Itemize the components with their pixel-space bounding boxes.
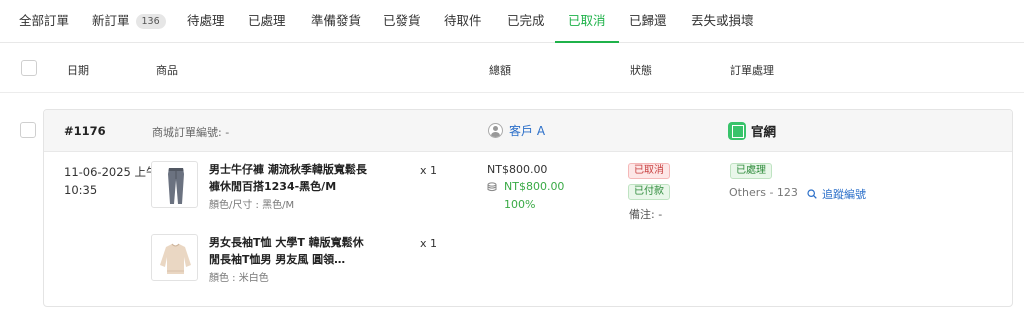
order-number[interactable]: #1176 — [64, 124, 106, 138]
column-status: 狀態 — [630, 64, 652, 77]
coins-icon — [487, 181, 497, 191]
sales-channel: 官網 — [728, 121, 776, 140]
column-order-handling: 訂單處理 — [730, 64, 774, 77]
tab-processed[interactable]: 已處理 — [248, 0, 286, 43]
order-status-tabs: 全部訂單 新訂單 136 待處理 已處理 準備發貨 已發貨 待取件 已完成 已取消… — [0, 0, 1024, 43]
store-icon — [728, 121, 746, 140]
product-name[interactable]: 男女長袖T恤 大學T 韓版寬鬆休閒長袖T恤男 男友風 圓領… — [209, 234, 369, 268]
tab-all-orders[interactable]: 全部訂單 — [19, 0, 69, 43]
tracking-number-link[interactable]: 追蹤編號 — [807, 186, 866, 202]
tab-cancelled[interactable]: 已取消 — [555, 0, 619, 43]
status-badge-paid: 已付款 — [628, 184, 670, 200]
tab-label: 新訂單 — [92, 13, 130, 28]
status-badge-cancelled: 已取消 — [628, 163, 670, 179]
sweater-image — [160, 243, 191, 274]
product-thumbnail-tshirt[interactable] — [151, 234, 198, 281]
product-variant: 顏色/尺寸 : 黑色/M — [209, 200, 295, 211]
product-quantity: x 1 — [420, 164, 438, 177]
tracking-link-label: 追蹤編號 — [822, 188, 866, 201]
order-date-time: 10:35 — [64, 183, 98, 197]
tab-new-orders[interactable]: 新訂單 136 — [92, 0, 166, 43]
customer-name: 客戶 A — [509, 124, 546, 138]
order-row-checkbox[interactable] — [20, 122, 36, 138]
count-badge: 136 — [135, 14, 166, 29]
order-date: 11-06-2025 上午 10:35 — [64, 163, 158, 199]
order-total: NT$800.00 — [487, 163, 548, 176]
tab-shipped[interactable]: 已發貨 — [383, 0, 421, 43]
tab-completed[interactable]: 已完成 — [507, 0, 545, 43]
tab-preparing-shipment[interactable]: 準備發貨 — [311, 0, 361, 43]
product-quantity: x 1 — [420, 237, 438, 250]
jeans-image — [168, 168, 184, 204]
paid-percent: 100% — [504, 198, 536, 211]
search-icon — [807, 189, 817, 199]
tab-pending[interactable]: 待處理 — [187, 0, 225, 43]
product-name[interactable]: 男士牛仔褲 潮流秋季韓版寬鬆長褲休閒百搭1234-黑色/M — [209, 161, 369, 195]
select-all-checkbox[interactable] — [21, 60, 37, 76]
tab-lost-damaged[interactable]: 丟失或損壞 — [691, 0, 754, 43]
column-product: 商品 — [156, 64, 178, 77]
mall-order-number: 商城訂單編號: - — [152, 126, 230, 139]
column-date: 日期 — [67, 64, 89, 77]
customer-link[interactable]: 客戶 A — [488, 122, 545, 139]
tab-awaiting-pickup[interactable]: 待取件 — [444, 0, 482, 43]
order-header: #1176 商城訂單編號: - 客戶 A 官網 — [44, 110, 1012, 152]
column-total: 總額 — [489, 64, 511, 77]
paid-amount-value: NT$800.00 — [504, 180, 565, 193]
tracking-code: Others - 123 — [729, 186, 798, 199]
tab-returned[interactable]: 已歸還 — [629, 0, 667, 43]
product-variant: 顏色 : 米白色 — [209, 273, 269, 284]
product-thumbnail-jeans[interactable] — [151, 161, 198, 208]
user-icon — [488, 123, 503, 138]
order-note: 備注: - — [629, 208, 663, 221]
order-date-day: 11-06-2025 上午 — [64, 165, 158, 179]
order-card: #1176 商城訂單編號: - 客戶 A 官網 11-06-2025 上午 10… — [43, 109, 1013, 307]
channel-label: 官網 — [751, 124, 777, 139]
paid-amount: NT$800.00 — [487, 180, 564, 193]
table-header: 日期 商品 總額 狀態 訂單處理 — [0, 43, 1024, 93]
handling-badge: 已處理 — [730, 163, 772, 179]
